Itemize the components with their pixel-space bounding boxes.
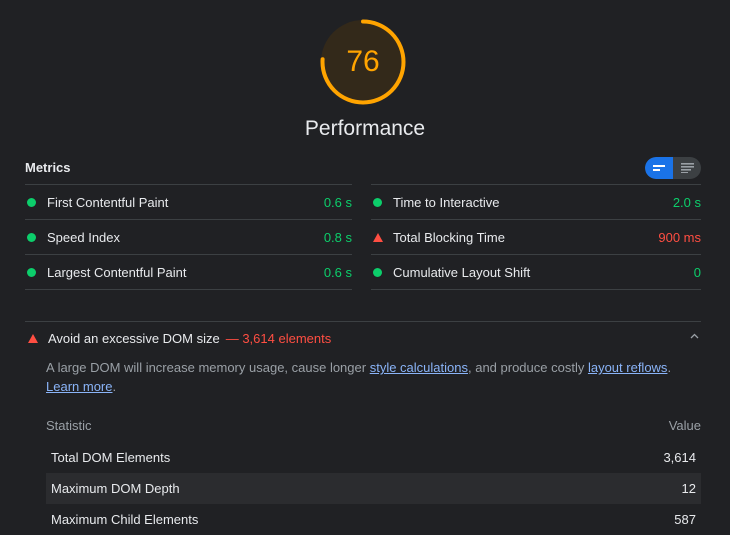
metric-cumulative-layout-shift: Cumulative Layout Shift 0 <box>371 254 701 289</box>
pass-dot-icon <box>27 197 36 207</box>
metric-speed-index: Speed Index 0.8 s <box>25 219 352 254</box>
metric-value: 0.6 s <box>323 194 352 210</box>
metric-value: 900 ms <box>658 229 701 245</box>
layout-reflows-link[interactable]: layout reflows <box>588 360 667 375</box>
metrics-view-toggle[interactable] <box>645 157 701 179</box>
list-view-icon <box>681 163 694 173</box>
metric-label: Speed Index <box>47 229 121 245</box>
audit-display-value: — 3,614 elements <box>225 330 332 346</box>
metric-time-to-interactive: Time to Interactive 2.0 s <box>371 184 701 219</box>
row-statistic: Maximum DOM Depth <box>51 481 180 496</box>
audit-dom-size-header[interactable]: Avoid an excessive DOM size — 3,614 elem… <box>25 321 701 354</box>
pass-dot-icon <box>27 267 36 277</box>
metric-total-blocking-time: Total Blocking Time 900 ms <box>371 219 701 254</box>
expanded-view-icon <box>653 165 665 171</box>
table-row: Maximum Child Elements 587 <box>46 504 701 535</box>
learn-more-link[interactable]: Learn more <box>46 379 112 394</box>
table-row: Maximum DOM Depth 12 <box>46 473 701 504</box>
style-calculations-link[interactable]: style calculations <box>370 360 468 375</box>
audit-title: Avoid an excessive DOM size <box>48 330 220 346</box>
row-statistic: Total DOM Elements <box>51 450 171 465</box>
audit-description: A large DOM will increase memory usage, … <box>46 358 686 396</box>
row-value: 12 <box>681 481 696 496</box>
metrics-divider <box>25 289 352 290</box>
metric-label: First Contentful Paint <box>47 194 169 210</box>
table-header: Statistic Value <box>46 418 701 436</box>
row-statistic: Maximum Child Elements <box>51 512 199 527</box>
metric-label: Cumulative Layout Shift <box>393 264 531 280</box>
row-value: 3,614 <box>663 450 696 465</box>
score-value: 76 <box>346 45 380 78</box>
fail-triangle-icon <box>373 232 383 242</box>
metrics-divider <box>371 289 701 290</box>
category-title: Performance <box>304 117 426 140</box>
metric-value: 0.6 s <box>323 264 352 280</box>
metric-label: Time to Interactive <box>393 194 500 210</box>
fail-triangle-icon <box>28 333 38 343</box>
pass-dot-icon <box>27 232 36 242</box>
pass-dot-icon <box>373 267 382 277</box>
table-row: Total DOM Elements 3,614 <box>46 442 701 473</box>
metric-value: 2.0 s <box>672 194 701 210</box>
metric-value: 0.8 s <box>323 229 352 245</box>
description-text: . <box>112 379 117 394</box>
chevron-up-icon[interactable] <box>690 333 699 339</box>
metric-largest-contentful-paint: Largest Contentful Paint 0.6 s <box>25 254 352 289</box>
description-text: A large DOM will increase memory usage, … <box>46 360 370 375</box>
metrics-heading: Metrics <box>25 160 71 175</box>
list-view-button[interactable] <box>673 157 701 179</box>
description-text: , and produce costly <box>467 360 588 375</box>
column-header-value: Value <box>668 418 701 433</box>
metric-label: Total Blocking Time <box>393 229 505 245</box>
expanded-view-button[interactable] <box>645 157 673 179</box>
description-text: . <box>667 360 672 375</box>
column-header-statistic: Statistic <box>46 418 92 433</box>
metric-first-contentful-paint: First Contentful Paint 0.6 s <box>25 184 352 219</box>
metric-value: 0 <box>693 264 701 280</box>
row-value: 587 <box>674 512 696 527</box>
pass-dot-icon <box>373 197 382 207</box>
metric-label: Largest Contentful Paint <box>47 264 187 280</box>
score-gauge: 76 <box>318 17 408 107</box>
